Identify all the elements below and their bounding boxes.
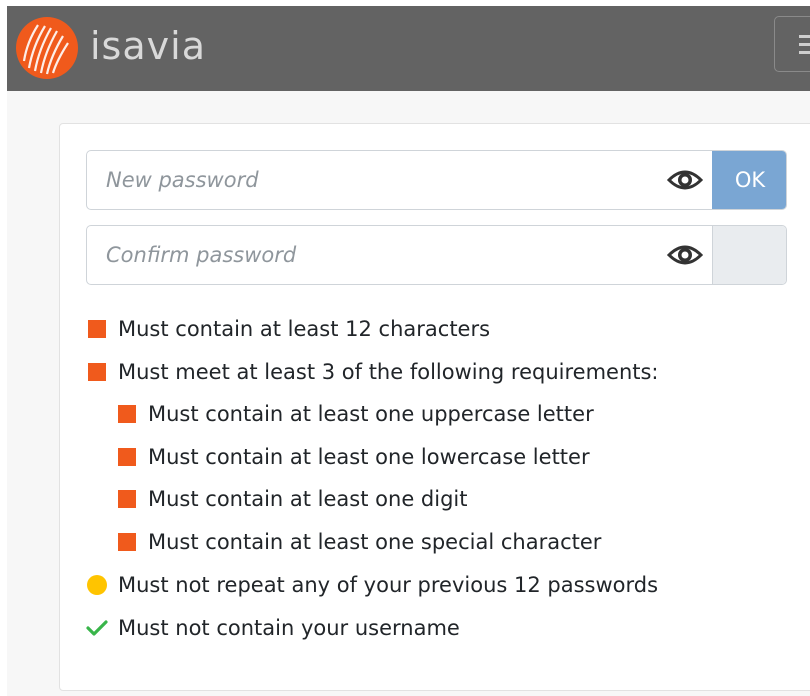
hamburger-bar (799, 51, 810, 54)
requirement-three-of: Must meet at least 3 of the following re… (118, 360, 659, 384)
unmet-square-icon (118, 533, 136, 551)
new-password-field: OK (86, 150, 787, 210)
eye-icon[interactable] (667, 241, 703, 269)
brand-name: isavia (90, 24, 206, 68)
requirement-no-username: Must not contain your username (118, 616, 460, 640)
menu-toggle-button[interactable] (774, 16, 810, 72)
requirement-uppercase: Must contain at least one uppercase lett… (148, 402, 594, 426)
new-password-input[interactable] (87, 151, 657, 209)
unmet-square-icon (118, 490, 136, 508)
isavia-logo-icon (16, 17, 78, 79)
confirm-password-field (86, 225, 787, 285)
requirement-min-length: Must contain at least 12 characters (118, 317, 491, 341)
requirement-special-char: Must contain at least one special charac… (148, 530, 602, 554)
requirement-lowercase: Must contain at least one lowercase lett… (148, 445, 590, 469)
unmet-square-icon (118, 448, 136, 466)
eye-icon[interactable] (667, 166, 703, 194)
confirm-password-input[interactable] (87, 226, 657, 284)
confirm-addon (712, 226, 786, 284)
ok-button[interactable]: OK (712, 151, 786, 209)
requirement-digit: Must contain at least one digit (148, 487, 468, 511)
hamburger-bar (799, 43, 810, 46)
unmet-square-icon (88, 363, 106, 381)
hamburger-menu-icon (799, 35, 810, 38)
check-icon (86, 620, 108, 636)
unmet-square-icon (118, 405, 136, 423)
pending-dot-icon (87, 575, 107, 595)
unmet-square-icon (88, 320, 106, 338)
requirement-password-history: Must not repeat any of your previous 12 … (118, 573, 659, 597)
top-navbar: isavia (7, 6, 810, 91)
